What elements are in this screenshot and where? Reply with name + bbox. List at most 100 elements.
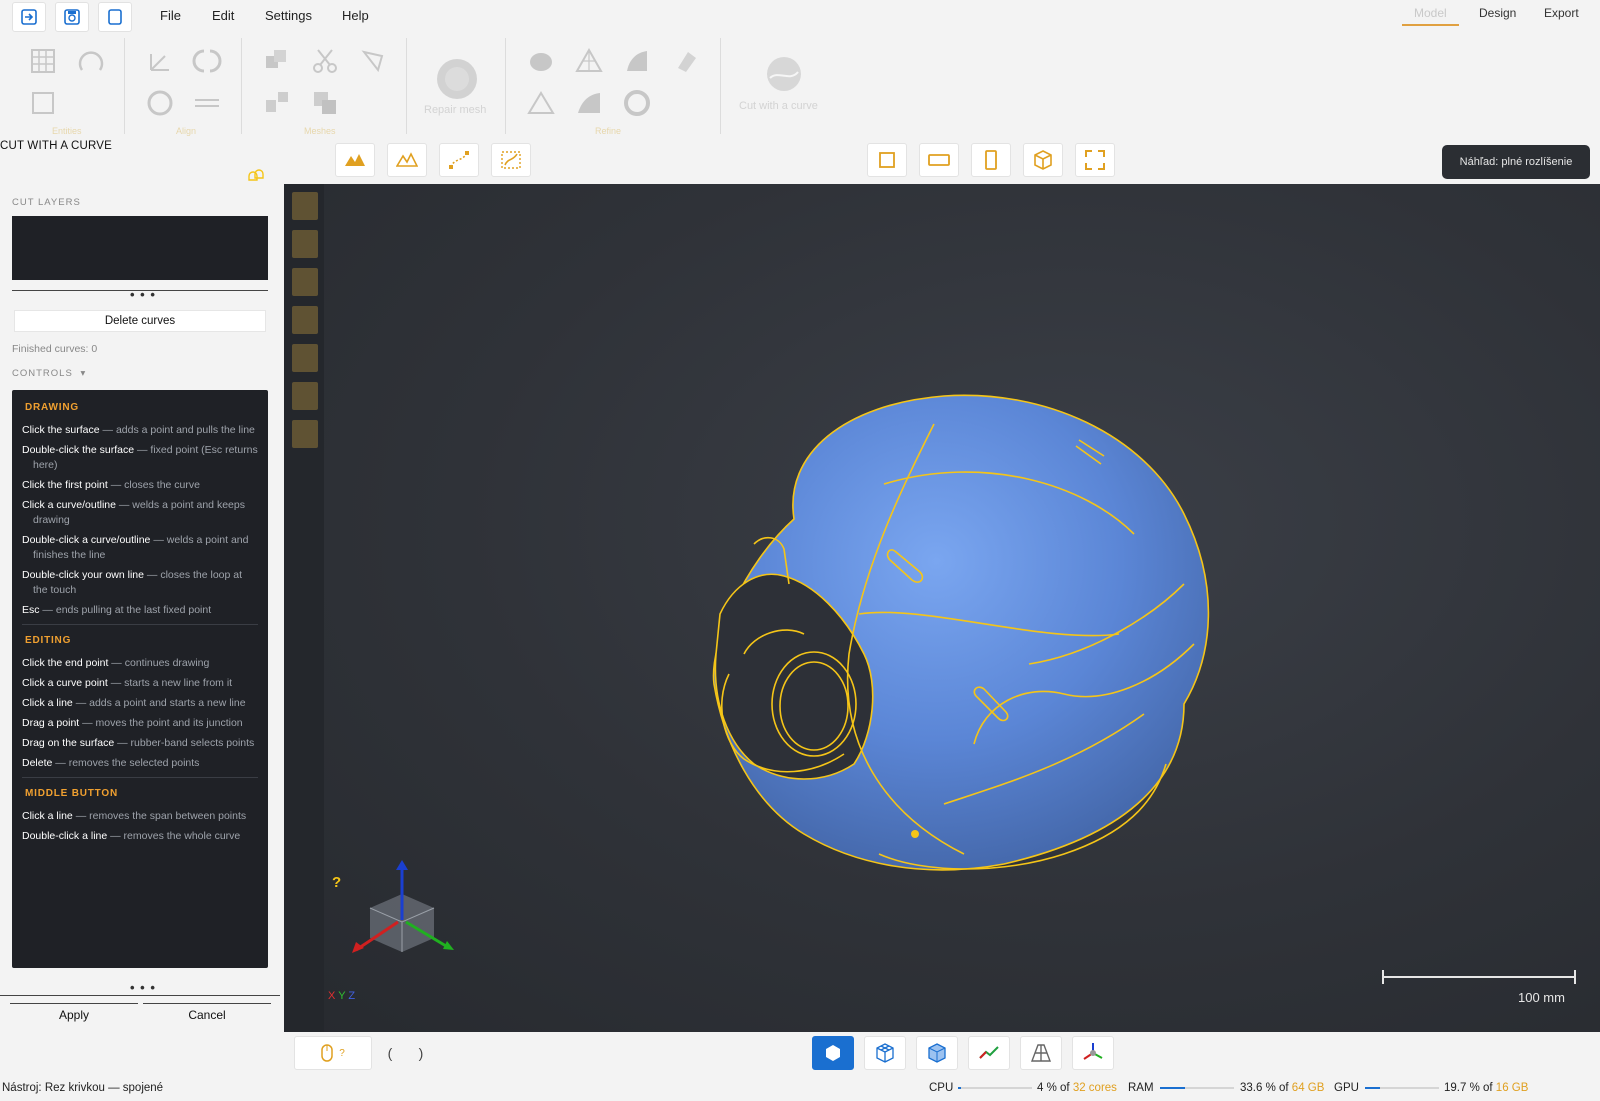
mouse-hint-mark: ?	[339, 1047, 345, 1059]
viewport-help-icon[interactable]: ?	[332, 874, 341, 891]
next-button[interactable]: )	[408, 1036, 434, 1070]
view-tall-icon	[985, 150, 997, 170]
status-bar: Nástroj: Rez krivkou — spojené CPU 4 % o…	[0, 1076, 1600, 1101]
controls-item: Click a line — removes the span between …	[22, 809, 258, 824]
view-front-button[interactable]	[867, 143, 907, 177]
delete-curves-button[interactable]: Delete curves	[14, 310, 266, 332]
cut-with-curve-icon[interactable]	[764, 54, 804, 94]
blob-icon[interactable]	[526, 46, 556, 76]
scale-bar-tick	[1382, 970, 1384, 984]
curve-edit-button[interactable]	[439, 143, 479, 177]
controls-item: Double-click a curve/outline — welds a p…	[22, 533, 258, 563]
controls-toggle[interactable]: CONTROLS ▾	[12, 368, 86, 379]
sculpt-icon[interactable]	[574, 88, 604, 118]
controls-item: Double-click your own line — closes the …	[22, 568, 258, 598]
loop-icon[interactable]	[76, 46, 106, 76]
wireframe-icon	[876, 1043, 894, 1063]
cut-layers-label: CUT LAYERS	[12, 197, 81, 208]
tab-design[interactable]: Design	[1479, 6, 1516, 20]
view-side-button[interactable]	[971, 143, 1011, 177]
curve-point-marker[interactable]	[911, 830, 919, 838]
ring-icon[interactable]	[622, 88, 652, 118]
xray-mode-button[interactable]	[916, 1036, 958, 1070]
scissors-icon[interactable]	[310, 46, 340, 76]
gizmo-icon	[1083, 1043, 1103, 1060]
sphere-icon[interactable]	[145, 88, 175, 118]
gizmo-button[interactable]	[1072, 1036, 1114, 1070]
repair-mesh-icon[interactable]	[434, 56, 480, 102]
orientation-cube[interactable]	[350, 860, 462, 964]
cpu-usage: 4 % of 32 cores	[1037, 1082, 1117, 1094]
curvature-mode-button[interactable]	[968, 1036, 1010, 1070]
cut-layers-list[interactable]	[12, 216, 268, 280]
frame-icon[interactable]	[28, 88, 58, 118]
save-icon[interactable]	[55, 2, 89, 32]
menu-edit[interactable]: Edit	[212, 8, 234, 23]
curve-select-icon	[501, 151, 521, 169]
panel-title: CUT WITH A CURVE	[0, 140, 113, 152]
controls-item-key: Drag a point	[22, 717, 80, 729]
menu-help[interactable]: Help	[342, 8, 369, 23]
controls-item-key: Double-click a curve/outline	[22, 534, 151, 546]
resize-handle[interactable]: • • •	[130, 980, 156, 995]
controls-item-desc: — continues drawing	[108, 657, 210, 669]
triangle-icon[interactable]	[526, 88, 556, 118]
menu-settings[interactable]: Settings	[265, 8, 312, 23]
grid-icon[interactable]	[28, 46, 58, 76]
merge-icon[interactable]	[310, 88, 340, 118]
tab-export[interactable]: Export	[1544, 6, 1579, 20]
view-iso-button[interactable]	[1023, 143, 1063, 177]
apply-button[interactable]: Apply	[10, 1003, 138, 1025]
ram-meter	[1160, 1087, 1234, 1089]
ribbon-group-entities: Entities	[52, 126, 82, 136]
mirror-icon[interactable]	[192, 46, 222, 76]
controls-item-key: Esc	[22, 604, 40, 616]
controls-item-desc: — removes the whole curve	[107, 830, 241, 842]
controls-help-panel: DRAWING Click the surface — adds a point …	[12, 390, 268, 968]
tab-model[interactable]: Model	[1402, 6, 1459, 26]
plane-icon[interactable]	[192, 88, 222, 118]
perspective-button[interactable]	[1020, 1036, 1062, 1070]
controls-item-key: Double-click your own line	[22, 569, 144, 581]
controls-item: Double-click the surface — fixed point (…	[22, 443, 258, 473]
axis-z-label: Z	[348, 990, 356, 1002]
peaks-filled-button[interactable]	[335, 143, 375, 177]
ribbon-group-align: Align	[176, 126, 197, 136]
controls-section-heading: DRAWING	[25, 402, 79, 413]
fit-view-button[interactable]	[1075, 143, 1115, 177]
triangle-mesh-icon[interactable]	[574, 46, 604, 76]
ribbon-group-refine: Refine	[595, 126, 622, 136]
cube-icon	[1034, 150, 1052, 170]
top-bar: File Edit Settings Help Model Design Exp…	[0, 0, 1600, 34]
prev-button[interactable]: (	[377, 1036, 403, 1070]
shaded-mode-button[interactable]	[812, 1036, 854, 1070]
tool-status: Nástroj: Rez krivkou — spojené	[2, 1082, 164, 1094]
split-icon[interactable]	[262, 88, 292, 118]
cancel-button[interactable]: Cancel	[143, 1003, 271, 1025]
combine-icon[interactable]	[262, 46, 292, 76]
view-top-button[interactable]	[919, 143, 959, 177]
repair-mesh-label[interactable]: Repair mesh	[424, 104, 486, 116]
erase-icon[interactable]	[670, 46, 700, 76]
controls-item-desc: — adds a point and pulls the line	[99, 424, 255, 436]
controls-item-key: Click a curve/outline	[22, 499, 116, 511]
mouse-hint-icon[interactable]	[246, 168, 264, 184]
smooth-icon[interactable]	[622, 46, 652, 76]
import-icon[interactable]	[12, 2, 46, 32]
cut-with-curve-label[interactable]: Cut with a curve	[739, 100, 818, 112]
mouse-help-button[interactable]: ?	[294, 1036, 372, 1070]
menu-file[interactable]: File	[160, 8, 181, 23]
wireframe-mode-button[interactable]	[864, 1036, 906, 1070]
peaks-outline-button[interactable]	[387, 143, 427, 177]
curve-select-button[interactable]	[491, 143, 531, 177]
3d-viewport[interactable]: ? X Y Z 100 mm	[284, 184, 1600, 1032]
graph-icon	[979, 1046, 999, 1059]
controls-item: Click a line — adds a point and starts a…	[22, 696, 258, 711]
new-window-icon[interactable]	[98, 2, 132, 32]
divider	[0, 995, 280, 996]
controls-item-desc: — starts a new line from it	[107, 677, 233, 689]
shape-icon[interactable]	[358, 46, 388, 76]
controls-item: Delete — removes the selected points	[22, 756, 258, 771]
mesh-model[interactable]	[284, 184, 1600, 1032]
axes-icon[interactable]	[145, 46, 175, 76]
